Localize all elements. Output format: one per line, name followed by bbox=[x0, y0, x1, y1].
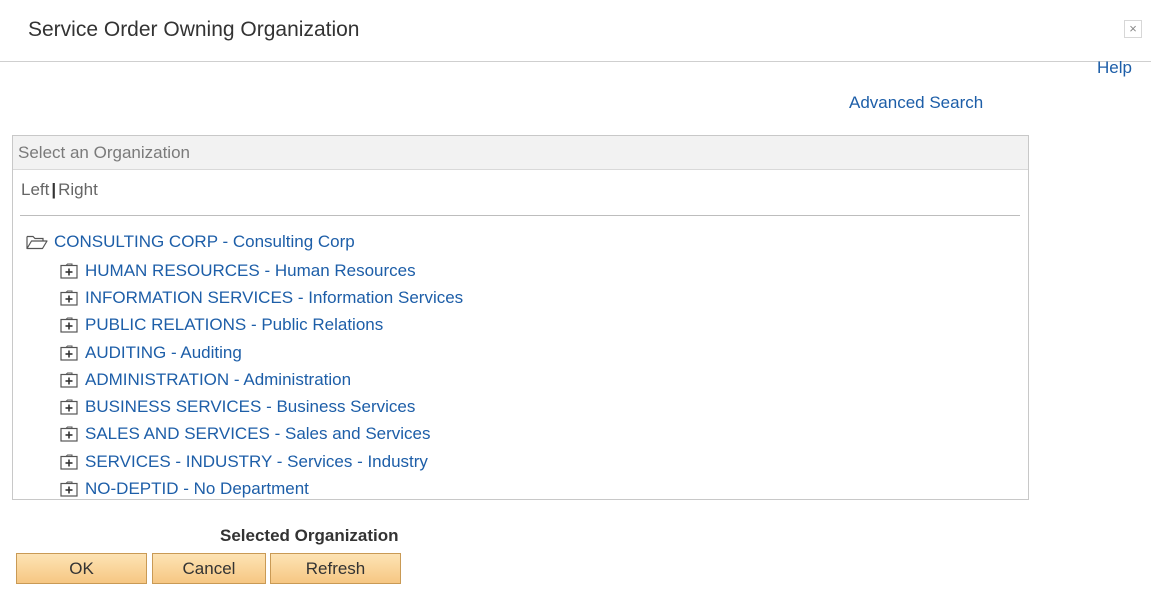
tree-child-label[interactable]: NO-DEPTID - No Department bbox=[85, 479, 309, 499]
dialog-titlebar: Service Order Owning Organization × bbox=[0, 0, 1151, 62]
refresh-button[interactable]: Refresh bbox=[270, 553, 401, 584]
tree-child-label[interactable]: SERVICES - INDUSTRY - Services - Industr… bbox=[85, 452, 428, 472]
tree-child-node: AUDITING - Auditing bbox=[60, 339, 463, 366]
expand-folder-icon[interactable] bbox=[60, 372, 78, 388]
tree-orientation-toggle: Left | Right bbox=[21, 180, 98, 200]
tree-root-node: CONSULTING CORP - Consulting Corp bbox=[26, 231, 355, 253]
tree-child-node: HUMAN RESOURCES - Human Resources bbox=[60, 257, 463, 284]
orientation-right[interactable]: Right bbox=[58, 180, 98, 199]
dialog-title: Service Order Owning Organization bbox=[28, 18, 360, 41]
tree-child-node: PUBLIC RELATIONS - Public Relations bbox=[60, 312, 463, 339]
tree-child-label[interactable]: SALES AND SERVICES - Sales and Services bbox=[85, 424, 431, 444]
expand-folder-icon[interactable] bbox=[60, 481, 78, 497]
orientation-separator: | bbox=[51, 180, 57, 199]
selected-organization-label: Selected Organization bbox=[220, 526, 399, 545]
tree-child-node: INFORMATION SERVICES - Information Servi… bbox=[60, 284, 463, 311]
tree-child-node: SERVICES - INDUSTRY - Services - Industr… bbox=[60, 448, 463, 475]
tree-child-label[interactable]: BUSINESS SERVICES - Business Services bbox=[85, 397, 415, 417]
expand-folder-icon[interactable] bbox=[60, 454, 78, 470]
expand-folder-icon[interactable] bbox=[60, 317, 78, 333]
orientation-left[interactable]: Left bbox=[21, 180, 49, 199]
open-folder-icon[interactable] bbox=[26, 234, 48, 250]
expand-folder-icon[interactable] bbox=[60, 426, 78, 443]
tree-child-node: BUSINESS SERVICES - Business Services bbox=[60, 393, 463, 420]
expand-folder-icon[interactable] bbox=[60, 263, 78, 279]
organization-tree-panel: Select an Organization Left | Right CONSUL… bbox=[12, 135, 1029, 500]
tree-child-label[interactable]: AUDITING - Auditing bbox=[85, 343, 242, 363]
tree-child-node: NO-DEPTID - No Department bbox=[60, 475, 463, 502]
panel-header: Select an Organization bbox=[13, 136, 1028, 170]
divider bbox=[20, 215, 1020, 216]
expand-folder-icon[interactable] bbox=[60, 345, 78, 361]
cancel-button[interactable]: Cancel bbox=[152, 553, 266, 584]
tree-child-node: SALES AND SERVICES - Sales and Services bbox=[60, 421, 463, 448]
help-link[interactable]: Help bbox=[1097, 58, 1132, 78]
tree-root-label[interactable]: CONSULTING CORP - Consulting Corp bbox=[54, 232, 355, 252]
tree-child-label[interactable]: ADMINISTRATION - Administration bbox=[85, 370, 351, 390]
tree-child-label[interactable]: INFORMATION SERVICES - Information Servi… bbox=[85, 288, 463, 308]
tree-children: HUMAN RESOURCES - Human Resources INFORMA… bbox=[60, 257, 463, 503]
close-icon: × bbox=[1129, 21, 1137, 36]
tree-child-label[interactable]: PUBLIC RELATIONS - Public Relations bbox=[85, 315, 383, 335]
tree-child-label[interactable]: HUMAN RESOURCES - Human Resources bbox=[85, 261, 416, 281]
ok-button[interactable]: OK bbox=[16, 553, 147, 584]
tree-child-node: ADMINISTRATION - Administration bbox=[60, 366, 463, 393]
expand-folder-icon[interactable] bbox=[60, 399, 78, 415]
advanced-search-link[interactable]: Advanced Search bbox=[849, 93, 983, 113]
close-button[interactable]: × bbox=[1124, 20, 1142, 38]
expand-folder-icon[interactable] bbox=[60, 290, 78, 306]
